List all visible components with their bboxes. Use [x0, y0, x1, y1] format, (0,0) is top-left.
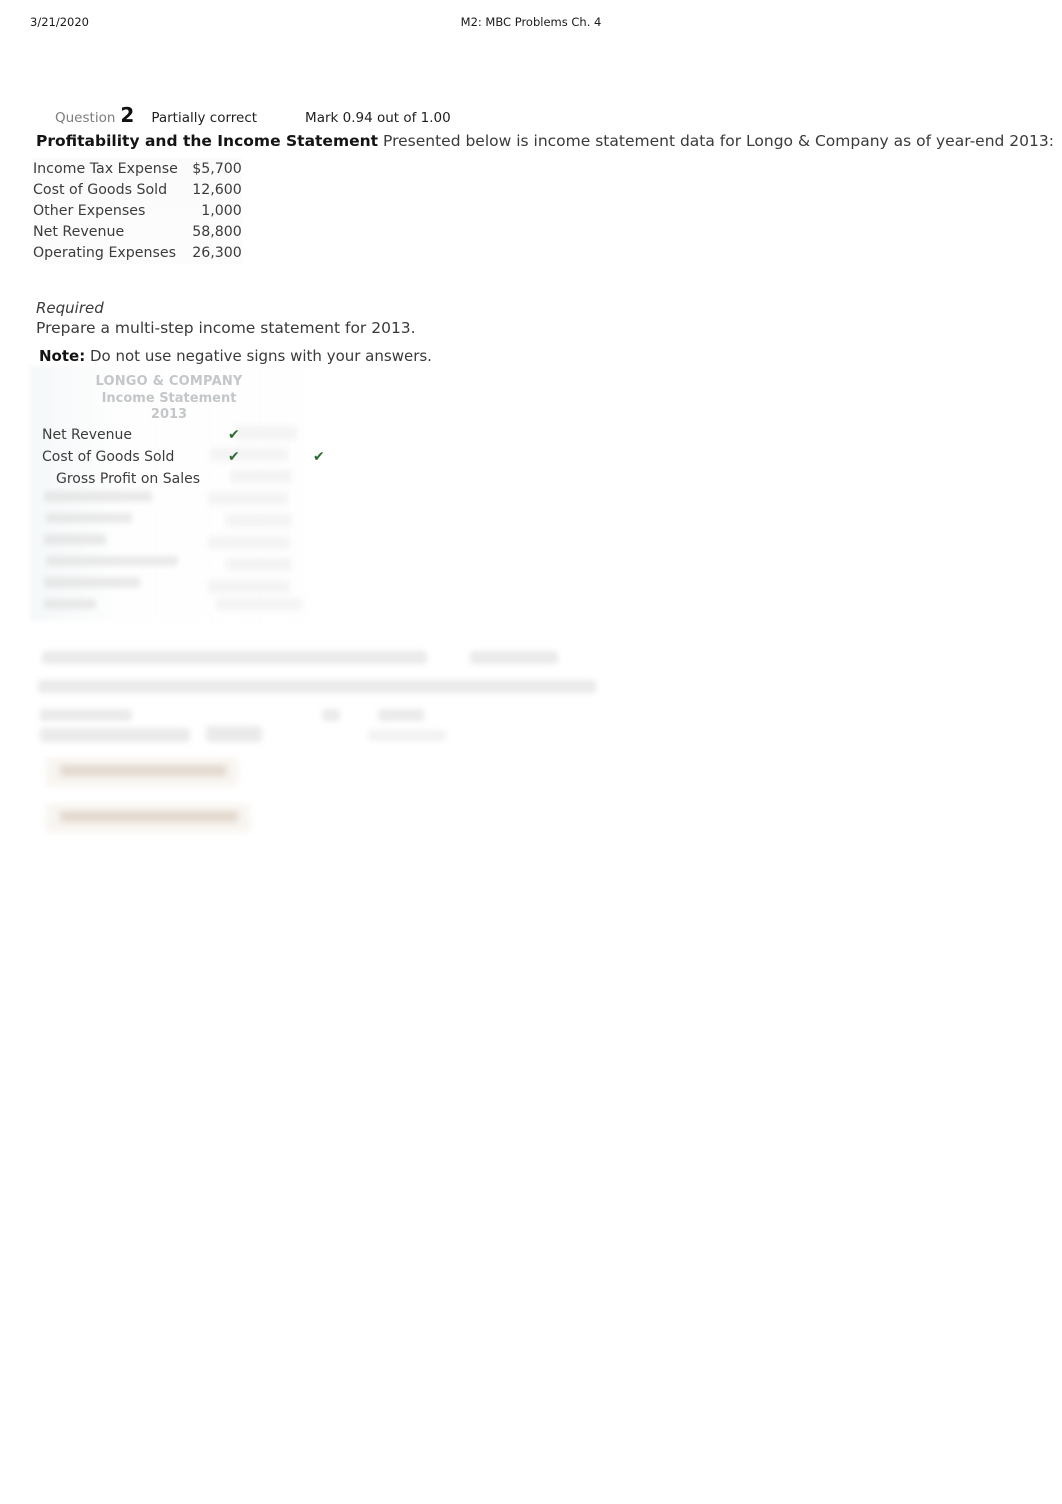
obscured-answer-field[interactable]	[208, 536, 290, 549]
obscured-paragraph	[470, 651, 558, 664]
given-row-label: Operating Expenses	[33, 245, 177, 262]
table-row: Income Tax Expense $5,700	[33, 158, 242, 179]
obscured-answer-field[interactable]	[226, 514, 292, 527]
note-line: Note: Do not use negative signs with you…	[39, 347, 432, 365]
statement-company-name: LONGO & COMPANY	[95, 374, 243, 389]
statement-row-label: Cost of Goods Sold	[42, 449, 175, 465]
income-statement-form: LONGO & COMPANY Income Statement 2013 Ne…	[30, 366, 325, 621]
obscured-paragraph	[322, 709, 340, 721]
table-row: Operating Expenses 26,300	[33, 243, 242, 264]
question-mark: Mark 0.94 out of 1.00	[305, 110, 451, 126]
statement-row-label: Gross Profit on Sales	[56, 471, 201, 487]
obscured-paragraph	[40, 709, 132, 721]
given-data-table: Income Tax Expense $5,700 Cost of Goods …	[33, 158, 242, 264]
obscured-paragraph	[378, 709, 424, 721]
given-row-label: Other Expenses	[33, 202, 146, 219]
required-heading: Required	[36, 299, 104, 317]
obscured-row-label	[46, 556, 178, 566]
given-row-value: 1,000	[201, 202, 242, 219]
table-row: Net Revenue 58,800	[33, 222, 242, 243]
problem-statement: Profitability and the Income Statement P…	[36, 132, 1054, 150]
obscured-answer-field[interactable]	[216, 598, 302, 610]
given-row-value: 26,300	[192, 245, 242, 262]
given-data-body: Income Tax Expense $5,700 Cost of Goods …	[33, 158, 242, 264]
print-header: 3/21/2020 M2: MBC Problems Ch. 4	[0, 15, 1062, 33]
obscured-paragraph	[38, 680, 596, 693]
statement-title: Income Statement	[101, 391, 237, 406]
obscured-banner-text	[60, 811, 238, 822]
question-number: 2	[120, 103, 135, 127]
obscured-feedback-banner	[46, 758, 238, 786]
obscured-answer-field[interactable]	[208, 492, 288, 505]
obscured-banner-text	[60, 765, 226, 776]
obscured-button[interactable]	[206, 726, 262, 742]
obscured-paragraph	[42, 651, 427, 664]
statement-row-cost-of-goods-sold: Cost of Goods Sold ✔ ✔	[30, 449, 325, 471]
statement-row-net-revenue: Net Revenue ✔	[30, 427, 308, 449]
given-row-label: Net Revenue	[33, 224, 125, 241]
correct-check-icon: ✔	[228, 449, 240, 465]
correct-check-icon: ✔	[313, 449, 325, 465]
note-text: Do not use negative signs with your answ…	[89, 347, 432, 365]
question-label: Question	[55, 110, 116, 126]
obscured-feedback-banner	[46, 804, 250, 832]
obscured-answer-field[interactable]	[226, 558, 292, 571]
given-row-value: 58,800	[192, 224, 242, 241]
given-row-label: Cost of Goods Sold	[33, 181, 168, 198]
required-text: Prepare a multi-step income statement fo…	[36, 319, 416, 337]
question-info-bar: Question 2 Partially correct Mark 0.94 o…	[55, 103, 451, 127]
given-row-label: Income Tax Expense	[33, 160, 178, 177]
obscured-row-label	[44, 577, 140, 588]
statement-row-label: Net Revenue	[42, 427, 132, 443]
obscured-answer-field[interactable]	[208, 580, 290, 593]
correct-check-icon: ✔	[228, 427, 240, 443]
obscured-row-label	[44, 534, 106, 545]
statement-row-gross-profit-on-sales: Gross Profit on Sales	[30, 471, 308, 493]
obscured-paragraph	[40, 728, 190, 742]
statement-year: 2013	[150, 407, 188, 422]
print-document-title: M2: MBC Problems Ch. 4	[460, 15, 602, 29]
obscured-row-label	[46, 513, 132, 523]
given-row-value: 12,600	[192, 181, 242, 198]
problem-prompt: Presented below is income statement data…	[383, 132, 1054, 150]
problem-heading: Profitability and the Income Statement	[36, 132, 379, 150]
obscured-row-label	[44, 599, 96, 609]
table-row: Other Expenses 1,000	[33, 200, 242, 221]
note-label: Note:	[39, 347, 86, 365]
given-row-value: $5,700	[192, 160, 242, 177]
question-status: Partially correct	[151, 110, 258, 126]
obscured-paragraph	[368, 730, 446, 741]
table-row: Cost of Goods Sold 12,600	[33, 179, 242, 200]
